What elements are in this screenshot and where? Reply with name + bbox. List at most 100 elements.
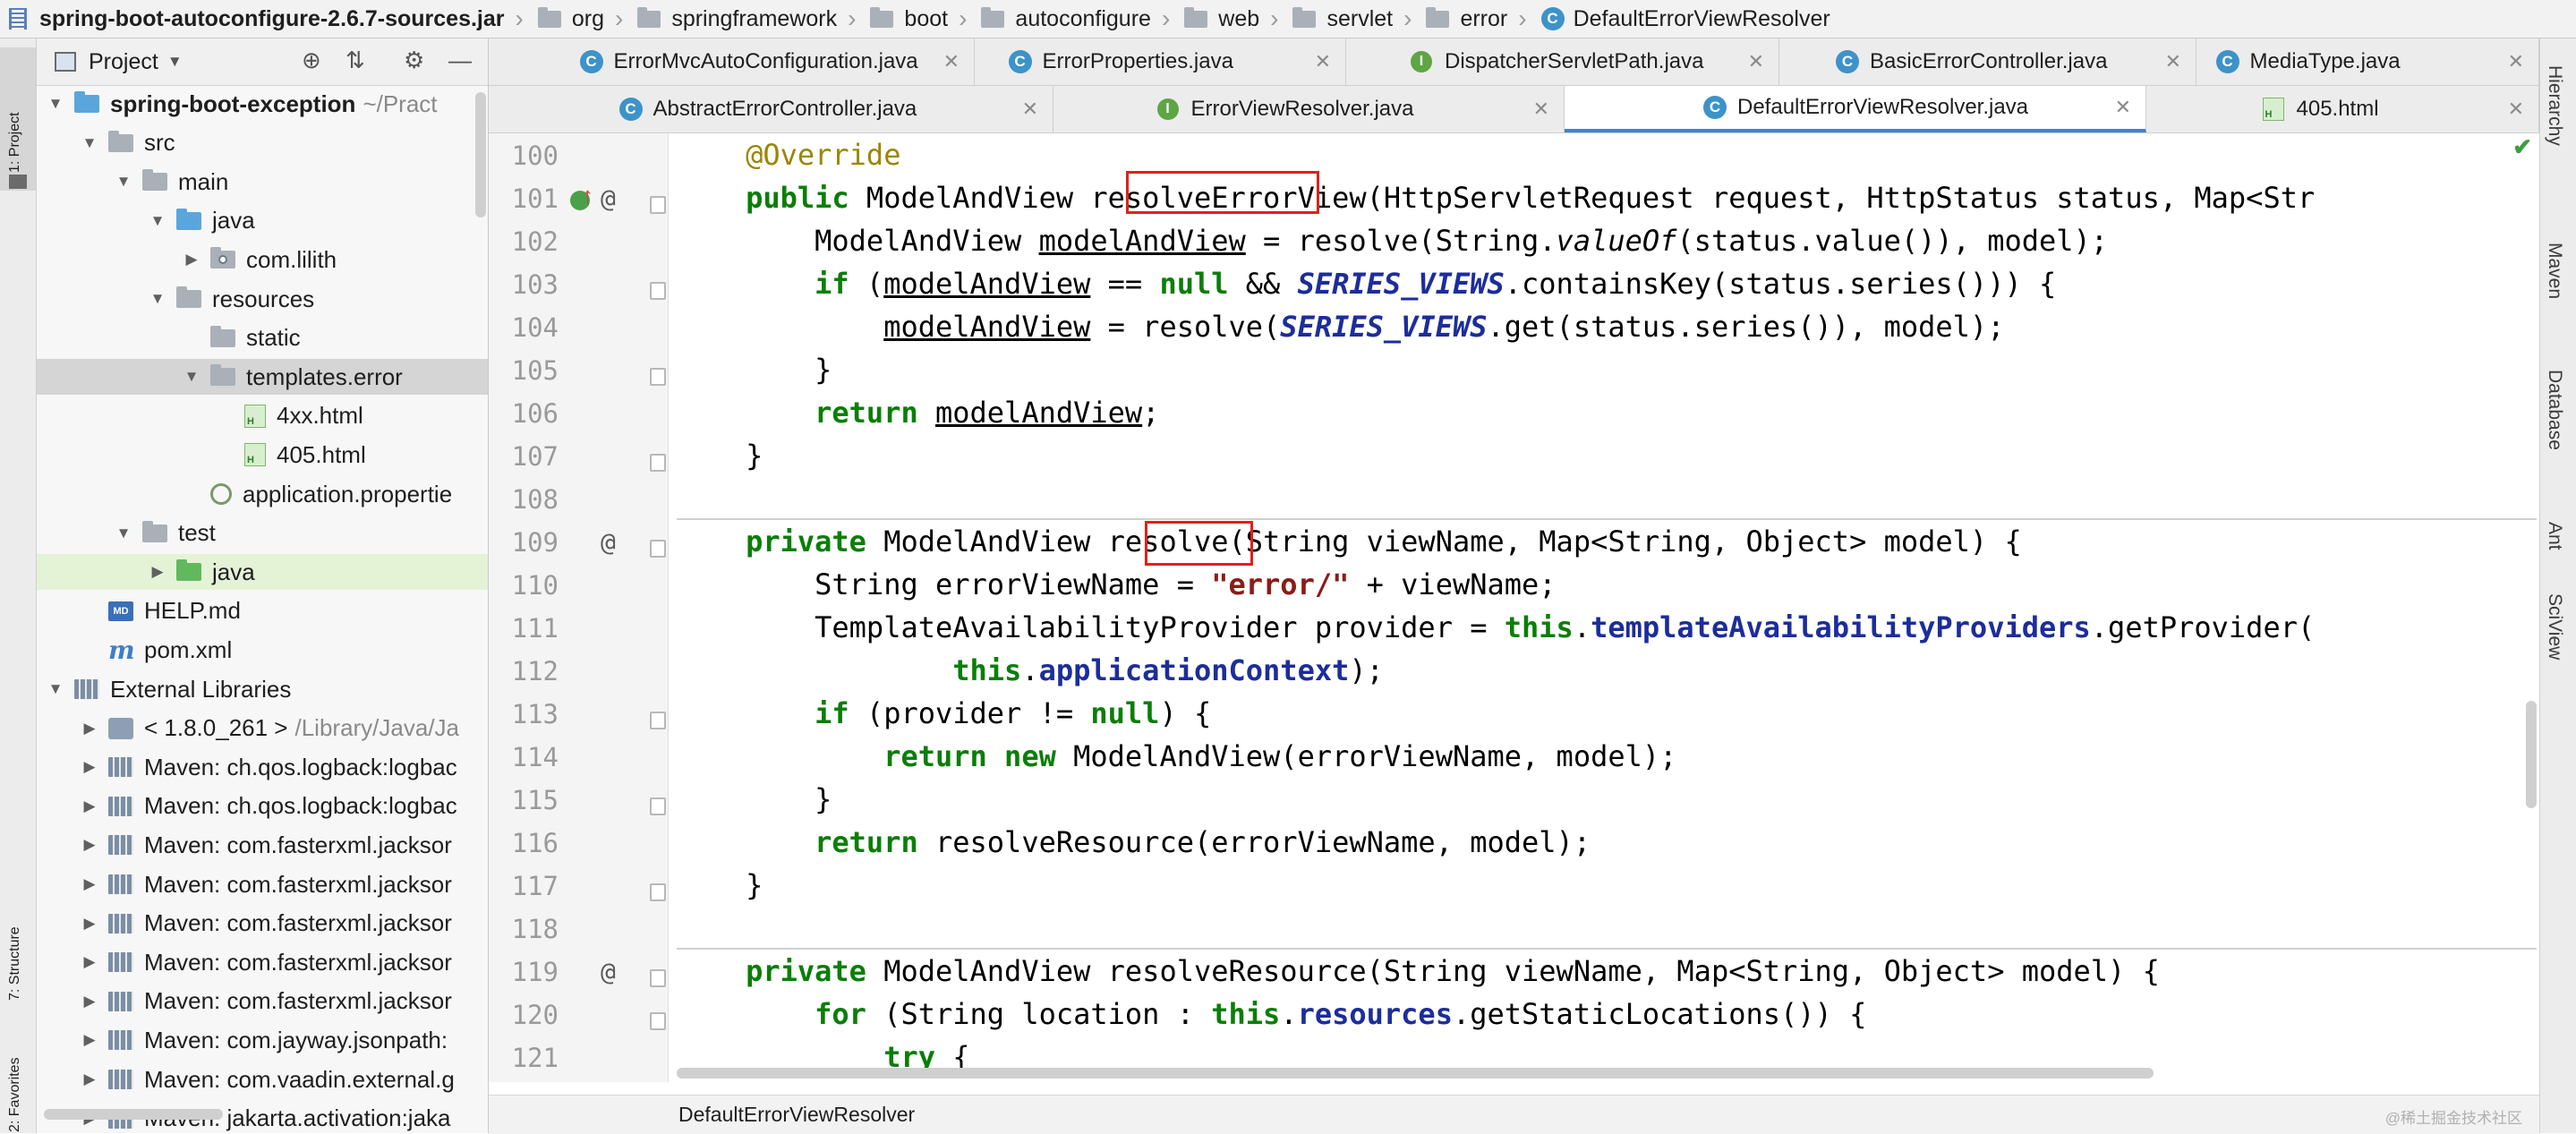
chevron-down-icon[interactable]: ▼ <box>47 95 64 113</box>
fold-marker-icon[interactable] <box>650 196 666 214</box>
chevron-right-icon[interactable]: ▶ <box>81 1031 98 1049</box>
tree-item[interactable]: ▶ Maven: com.fasterxml.jacksor <box>37 944 488 980</box>
tool-tab-sciview[interactable]: SciView <box>2544 593 2565 660</box>
tree-item[interactable]: H 405.html <box>37 437 488 473</box>
close-icon[interactable]: ✕ <box>1533 98 1549 121</box>
collapse-all-icon[interactable]: ⇅ <box>345 47 365 74</box>
chevron-right-icon[interactable]: ▶ <box>81 836 98 854</box>
chevron-down-icon[interactable]: ▼ <box>149 290 166 308</box>
chevron-right-icon[interactable]: ▶ <box>183 251 200 269</box>
tree-item[interactable]: ▼ main <box>37 164 488 200</box>
chevron-right-icon[interactable]: ▶ <box>81 797 98 815</box>
editor-tab[interactable]: C BasicErrorController.java ✕ <box>1779 38 2196 85</box>
tree-item[interactable]: ▶ Maven: ch.qos.logback:logbac <box>37 789 488 824</box>
breadcrumb-item[interactable]: error › <box>1417 0 1531 38</box>
tree-item[interactable]: application.propertie <box>37 476 488 512</box>
tree-item[interactable]: ▼ resources <box>37 281 488 317</box>
fold-marker-icon[interactable] <box>650 712 666 729</box>
tool-tab-favorites[interactable]: 2: Favorites <box>7 1057 23 1132</box>
tree-item[interactable]: ▶ Maven: com.vaadin.external.g <box>37 1062 488 1097</box>
chevron-right-icon[interactable]: ▶ <box>81 915 98 933</box>
tree-item[interactable]: ▶ Maven: com.fasterxml.jacksor <box>37 827 488 863</box>
chevron-down-icon[interactable]: ▼ <box>81 134 98 152</box>
minimize-icon[interactable]: — <box>448 47 472 74</box>
close-icon[interactable]: ✕ <box>1315 50 1331 73</box>
tree-item[interactable]: ▼ templates.error <box>37 359 488 396</box>
tree-item[interactable]: ▼ test <box>37 516 488 551</box>
breadcrumb-item[interactable]: C DefaultErrorViewResolver <box>1532 0 1836 38</box>
chevron-right-icon[interactable]: ▶ <box>81 875 98 893</box>
tool-tab-structure[interactable]: 7: Structure <box>7 926 23 1001</box>
tree-item[interactable]: H 4xx.html <box>37 398 488 434</box>
close-icon[interactable]: ✕ <box>1022 98 1038 121</box>
chevron-right-icon[interactable]: ▶ <box>81 758 98 776</box>
fold-marker-icon[interactable] <box>650 969 666 987</box>
tool-tab-hierarchy[interactable]: Hierarchy <box>2544 65 2565 146</box>
editor-tab[interactable]: I ErrorViewResolver.java ✕ <box>1053 86 1565 132</box>
close-icon[interactable]: ✕ <box>2508 98 2524 121</box>
chevron-right-icon[interactable]: ▶ <box>149 563 166 581</box>
close-icon[interactable]: ✕ <box>1748 50 1764 73</box>
fold-marker-icon[interactable] <box>650 282 666 300</box>
chevron-down-icon[interactable]: ▼ <box>47 680 64 698</box>
close-icon[interactable]: ✕ <box>943 50 960 73</box>
project-horizontal-scrollbar[interactable] <box>44 1109 223 1120</box>
tool-tab-database[interactable]: Database <box>2544 370 2565 450</box>
breadcrumb-item[interactable]: org › <box>529 0 628 38</box>
chevron-right-icon[interactable]: ▶ <box>81 953 98 971</box>
tree-item[interactable]: ▶ com.lilith <box>37 242 488 277</box>
close-icon[interactable]: ✕ <box>2165 50 2181 73</box>
close-icon[interactable]: ✕ <box>2508 50 2524 73</box>
override-gutter-icon[interactable]: @ <box>601 527 616 557</box>
breadcrumb-item[interactable]: autoconfigure › <box>972 0 1175 38</box>
editor-tab[interactable]: C MediaType.java ✕ <box>2196 38 2539 85</box>
chevron-right-icon[interactable]: ▶ <box>81 720 98 738</box>
tool-tab-ant[interactable]: Ant <box>2544 522 2565 550</box>
editor-tab[interactable]: I DispatcherServletPath.java ✕ <box>1346 38 1779 85</box>
project-view-selector[interactable]: Project <box>89 49 158 75</box>
editor-tab[interactable]: H 405.html ✕ <box>2146 86 2539 132</box>
fold-marker-icon[interactable] <box>650 883 666 901</box>
project-vertical-scrollbar[interactable] <box>475 92 486 217</box>
gear-icon[interactable]: ⚙ <box>404 47 424 74</box>
tree-item[interactable]: static <box>37 320 488 356</box>
breadcrumb-item[interactable]: boot › <box>861 0 972 38</box>
locate-file-icon[interactable]: ⊕ <box>302 47 321 74</box>
override-gutter-icon[interactable]: @ <box>601 957 616 986</box>
inspection-ok-icon[interactable]: ✔ <box>2512 133 2532 161</box>
tool-tab-project[interactable]: 1: Project <box>7 112 23 173</box>
chevron-right-icon[interactable]: ▶ <box>81 993 98 1010</box>
code-area[interactable]: @Override public ModelAndView resolveErr… <box>677 133 2531 1082</box>
fold-marker-icon[interactable] <box>650 368 666 386</box>
editor-tab[interactable]: C ErrorMvcAutoConfiguration.java ✕ <box>489 38 975 85</box>
breadcrumb-item[interactable]: spring-boot-autoconfigure-2.6.7-sources.… <box>0 0 529 38</box>
editor-tab[interactable]: C ErrorProperties.java ✕ <box>975 38 1346 85</box>
tree-item[interactable]: ▶ java <box>37 554 488 591</box>
breadcrumb-item[interactable]: servlet › <box>1284 0 1417 38</box>
tree-item[interactable]: ▼ src <box>37 125 488 161</box>
chevron-down-icon[interactable]: ▼ <box>115 524 132 542</box>
fold-marker-icon[interactable] <box>650 454 666 472</box>
editor-horizontal-scrollbar[interactable] <box>677 1068 2154 1079</box>
tree-item[interactable]: ▼ java <box>37 203 488 239</box>
editor-tab[interactable]: C AbstractErrorController.java ✕ <box>489 86 1053 132</box>
fold-marker-icon[interactable] <box>650 540 666 558</box>
chevron-down-icon[interactable]: ▼ <box>167 53 183 71</box>
breadcrumb-item[interactable]: web › <box>1175 0 1284 38</box>
tree-item[interactable]: m pom.xml <box>37 632 488 668</box>
tree-item[interactable]: MD HELP.md <box>37 593 488 629</box>
editor-breadcrumb-class[interactable]: DefaultErrorViewResolver <box>678 1103 915 1127</box>
tree-item[interactable]: ▶ Maven: com.fasterxml.jacksor <box>37 984 488 1019</box>
fold-marker-icon[interactable] <box>650 797 666 815</box>
tree-item[interactable]: ▶ Maven: ch.qos.logback:logbac <box>37 749 488 785</box>
close-icon[interactable]: ✕ <box>2115 96 2131 119</box>
chevron-down-icon[interactable]: ▼ <box>149 212 166 230</box>
chevron-right-icon[interactable]: ▶ <box>81 1070 98 1088</box>
tree-item[interactable]: ▼ spring-boot-exception ~/Pract <box>37 86 488 122</box>
tree-item[interactable]: ▶ Maven: com.jayway.jsonpath: <box>37 1022 488 1058</box>
tree-item[interactable]: ▶ Maven: com.fasterxml.jacksor <box>37 866 488 902</box>
editor-vertical-scrollbar[interactable] <box>2526 701 2537 808</box>
tool-tab-maven[interactable]: Maven <box>2544 243 2565 299</box>
tree-item[interactable]: ▶ < 1.8.0_261 >/Library/Java/Ja <box>37 711 488 746</box>
tree-item[interactable]: ▶ Maven: com.fasterxml.jacksor <box>37 906 488 942</box>
